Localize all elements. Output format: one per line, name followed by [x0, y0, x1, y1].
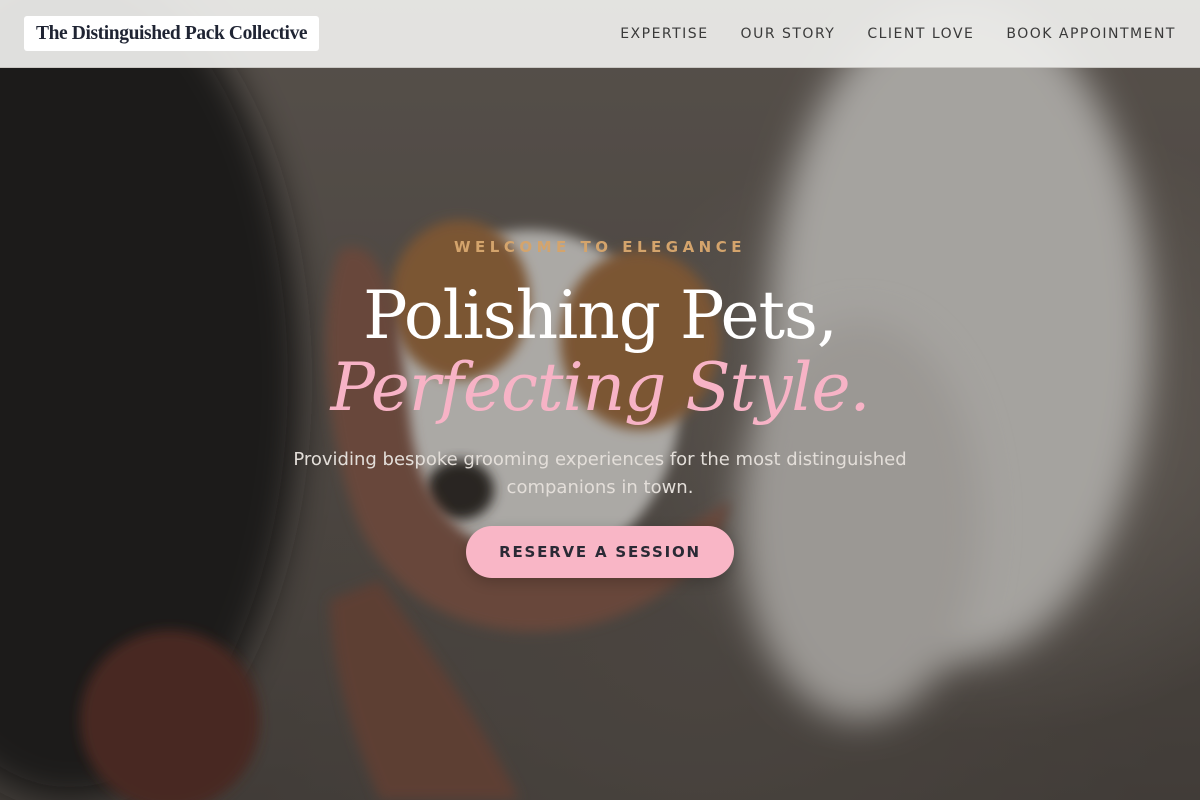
hero-eyebrow: WELCOME TO ELEGANCE: [454, 238, 746, 256]
nav-link-book-appointment[interactable]: BOOK APPOINTMENT: [1006, 26, 1176, 42]
nav-link-our-story[interactable]: OUR STORY: [741, 26, 836, 42]
reserve-session-button[interactable]: RESERVE A SESSION: [466, 526, 734, 578]
main-nav: EXPERTISE OUR STORY CLIENT LOVE BOOK APP…: [620, 0, 1176, 68]
hero-headline-line1: Polishing Pets,: [363, 277, 838, 354]
nav-link-expertise[interactable]: EXPERTISE: [620, 26, 708, 42]
hero-section: WELCOME TO ELEGANCE Polishing Pets, Perf…: [0, 0, 1200, 800]
brand-logo-link[interactable]: The Distinguished Pack Collective: [24, 16, 320, 51]
site-header: The Distinguished Pack Collective EXPERT…: [0, 0, 1200, 68]
hero-headline-line2: Perfecting Style.: [330, 349, 870, 426]
nav-link-client-love[interactable]: CLIENT LOVE: [867, 26, 974, 42]
hero-subtitle: Providing bespoke grooming experiences f…: [293, 449, 907, 498]
landing-page: The Distinguished Pack Collective EXPERT…: [0, 0, 1200, 800]
